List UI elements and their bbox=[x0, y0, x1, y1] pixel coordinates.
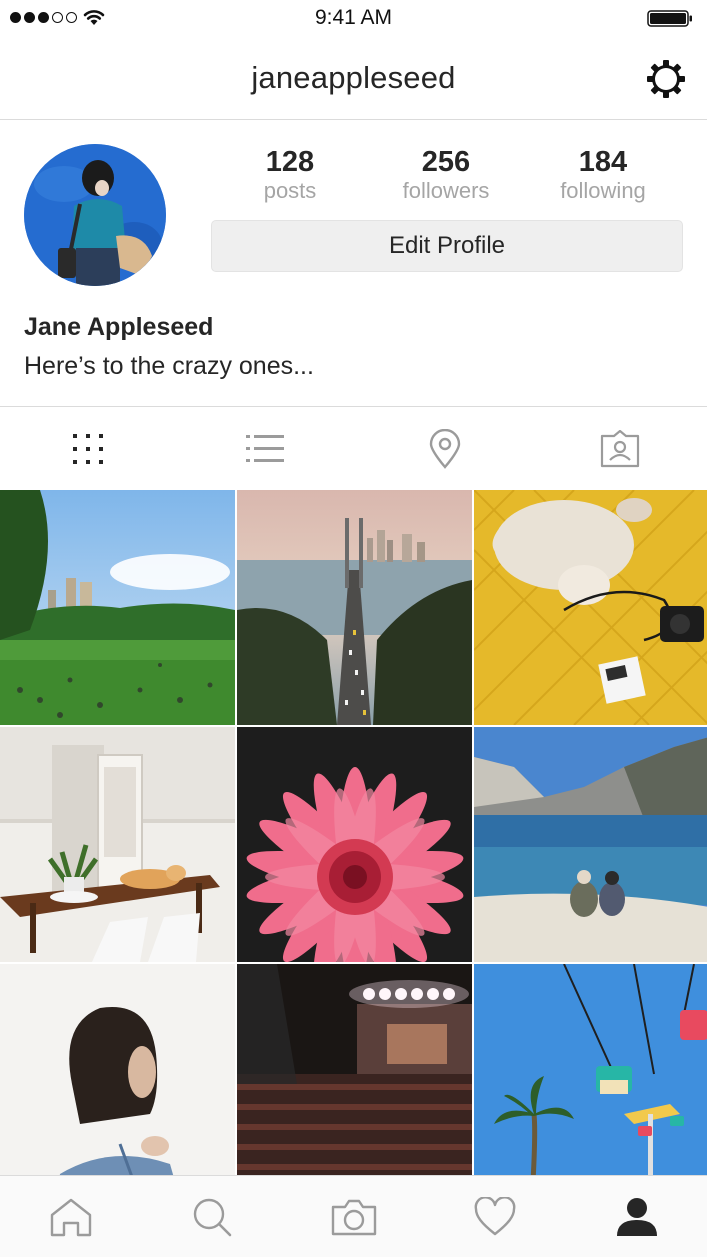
followers-label: followers bbox=[402, 178, 490, 203]
mountain-lake-couple-photo[interactable] bbox=[474, 727, 707, 962]
posts-count: 128 bbox=[265, 146, 315, 178]
tagged-photos-icon bbox=[600, 430, 640, 468]
tab-profile[interactable] bbox=[566, 1176, 707, 1257]
following-count: 184 bbox=[578, 146, 628, 178]
status-time: 9:41 AM bbox=[314, 6, 393, 29]
photo-grid bbox=[0, 490, 707, 1175]
status-bar: 9:41 AM bbox=[0, 0, 707, 38]
home-icon bbox=[50, 1198, 91, 1237]
grid-icon bbox=[73, 434, 103, 464]
list-icon bbox=[246, 435, 284, 462]
edit-profile-button[interactable]: Edit Profile bbox=[211, 220, 683, 272]
bottom-tab-bar bbox=[0, 1175, 707, 1257]
tab-location[interactable] bbox=[357, 407, 533, 491]
full-name: Jane Appleseed bbox=[24, 313, 214, 341]
tab-tagged[interactable] bbox=[532, 407, 707, 491]
bay-bridge-photo[interactable] bbox=[237, 490, 472, 725]
tab-grid[interactable] bbox=[0, 407, 176, 491]
bio: Here’s to the crazy ones... bbox=[24, 352, 314, 380]
concert-crowd-photo[interactable] bbox=[237, 964, 472, 1175]
pink-gerbera-flower-photo[interactable] bbox=[237, 727, 472, 962]
view-tabs bbox=[0, 406, 707, 490]
cat-on-yellow-blanket-photo[interactable] bbox=[474, 490, 707, 725]
camera-icon bbox=[331, 1199, 376, 1236]
stat-followers[interactable]: 256 followers bbox=[366, 146, 526, 204]
posts-label: posts bbox=[263, 178, 317, 203]
tab-search[interactable] bbox=[141, 1176, 282, 1257]
tab-home[interactable] bbox=[0, 1176, 141, 1257]
heart-icon bbox=[474, 1197, 515, 1236]
stat-following[interactable]: 184 following bbox=[523, 146, 683, 204]
woman-portrait-photo[interactable] bbox=[0, 964, 235, 1175]
dining-room-cat-photo[interactable] bbox=[0, 727, 235, 962]
stat-posts[interactable]: 128 posts bbox=[210, 146, 370, 204]
tab-camera[interactable] bbox=[283, 1176, 424, 1257]
location-pin-icon bbox=[429, 429, 461, 469]
amusement-ride-palm-photo[interactable] bbox=[474, 964, 707, 1175]
search-icon bbox=[193, 1198, 231, 1237]
tab-activity[interactable] bbox=[424, 1176, 565, 1257]
following-label: following bbox=[560, 178, 646, 203]
tab-list[interactable] bbox=[177, 407, 353, 491]
battery-icon bbox=[647, 10, 692, 27]
followers-count: 256 bbox=[421, 146, 471, 178]
username-title: janeappleseed bbox=[251, 60, 456, 95]
gear-icon[interactable] bbox=[645, 58, 687, 100]
nav-bar: janeappleseed bbox=[0, 38, 707, 120]
avatar[interactable] bbox=[24, 144, 166, 286]
park-lawn-photo[interactable] bbox=[0, 490, 235, 725]
profile-icon bbox=[616, 1198, 657, 1236]
